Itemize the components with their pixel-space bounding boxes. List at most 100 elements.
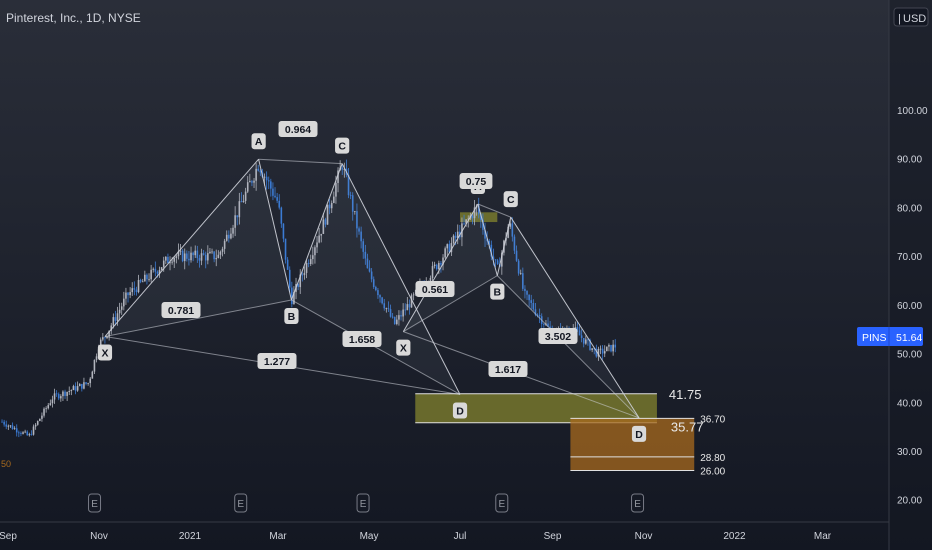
y-tick-label: 70.00 <box>897 252 922 263</box>
candle-body <box>137 280 140 293</box>
y-axis-panel[interactable] <box>889 0 932 550</box>
candle-body <box>78 383 81 387</box>
x-tick-label: 2021 <box>179 531 202 542</box>
candle-body <box>41 415 43 419</box>
candle-body <box>154 268 157 272</box>
candle-body <box>22 432 24 434</box>
candle-body <box>608 344 610 347</box>
zone-high-label: 41.75 <box>669 387 702 402</box>
candle-body <box>431 266 434 278</box>
candle-body <box>30 434 33 435</box>
candle-body <box>24 431 26 433</box>
pattern-1-ratio: 3.502 <box>545 331 571 343</box>
pattern-1-point-x: X <box>400 343 407 355</box>
candle-body <box>91 371 94 379</box>
candle-body <box>438 262 440 270</box>
candle-body <box>66 391 68 396</box>
pattern-1-point-d: D <box>635 429 643 441</box>
price-badge-value: 51.64 <box>896 332 922 344</box>
y-tick-label: 20.00 <box>897 496 922 507</box>
zone-low-label: 35.77 <box>671 420 704 435</box>
candle-body <box>72 386 75 391</box>
currency-selector[interactable]: | USD <box>893 7 929 27</box>
candle-body <box>81 383 83 389</box>
candle-body <box>496 260 499 265</box>
pattern-0-point-x: X <box>101 348 108 360</box>
candle-body <box>135 289 138 293</box>
candle-body <box>43 408 45 416</box>
x-tick-label: 2022 <box>723 531 746 542</box>
candle-body <box>93 359 96 372</box>
candle-body <box>85 382 87 384</box>
candle-body <box>146 274 148 280</box>
candle-body <box>7 425 10 427</box>
candle-body <box>36 421 39 425</box>
earnings-marker-label: E <box>498 499 505 510</box>
candle-body <box>148 279 150 281</box>
candle-body <box>435 264 438 270</box>
candle-body <box>452 235 455 243</box>
candle-body <box>543 324 545 325</box>
candle-body <box>15 428 18 433</box>
candle-body <box>70 390 73 392</box>
candle-body <box>13 428 16 430</box>
earnings-marker-label: E <box>91 499 98 510</box>
pattern-0-point-b: B <box>288 311 296 323</box>
price-chart[interactable]: 41.75 35.7736.70 28.80 26.00 X A B C D 0.781 0.964… <box>0 0 932 550</box>
candle-body <box>139 280 142 282</box>
candle-body <box>3 421 5 425</box>
candle-body <box>76 386 79 391</box>
candle-body <box>123 298 125 307</box>
pattern-0-ratio: 1.277 <box>264 356 290 368</box>
price-badge-symbol: PINS <box>862 332 887 344</box>
candle-body <box>68 391 71 392</box>
candle-body <box>118 309 121 314</box>
candle-body <box>263 176 266 178</box>
candle-body <box>62 391 64 397</box>
candle-body <box>144 274 146 282</box>
chevron-down-icon: | <box>898 13 901 25</box>
x-tick-label: Mar <box>814 531 832 542</box>
candle-body <box>167 256 169 264</box>
pattern-0-point-a: A <box>255 136 263 148</box>
level-label: 28.80 <box>700 453 725 464</box>
candle-body <box>34 424 37 427</box>
candle-body <box>291 287 293 305</box>
candle-body <box>83 382 85 389</box>
x-tick-label: May <box>360 531 379 542</box>
pattern-1-ratio: 0.561 <box>422 284 448 296</box>
candle-body <box>47 405 50 409</box>
candle-body <box>5 424 8 427</box>
candle-body <box>614 344 617 348</box>
x-tick-label: Mar <box>269 531 287 542</box>
candle-body <box>412 294 415 296</box>
candle-body <box>20 433 22 434</box>
x-tick-label: Nov <box>90 531 108 542</box>
price-badge: PINS 51.64 <box>857 327 923 346</box>
candle-body <box>74 386 77 391</box>
y-tick-label: 40.00 <box>897 398 922 409</box>
candle-body <box>60 396 62 399</box>
candle-body <box>433 264 436 267</box>
candle-body <box>280 207 283 224</box>
candle-body <box>125 292 127 299</box>
pattern-1-point-b: B <box>494 287 502 299</box>
pattern-1-ratio: 0.75 <box>466 176 487 188</box>
candle-body <box>116 313 119 321</box>
candle-body <box>87 383 89 384</box>
candle-body <box>270 181 272 189</box>
candle-body <box>28 434 31 436</box>
x-tick-label: Sep <box>544 531 562 542</box>
candle-body <box>265 176 268 181</box>
pattern-0-ratio: 1.658 <box>349 334 375 346</box>
left-edge-label: 50 <box>1 459 11 469</box>
candle-body <box>51 399 54 404</box>
pattern-1-point-c: C <box>507 194 515 206</box>
candle-body <box>11 425 14 430</box>
pattern-0-ratio: 0.781 <box>168 305 194 317</box>
earnings-marker-label: E <box>360 499 367 510</box>
candle-body <box>129 292 131 296</box>
candle-body <box>599 348 602 350</box>
x-tick-label: Sep <box>0 531 17 542</box>
candle-body <box>114 317 117 321</box>
